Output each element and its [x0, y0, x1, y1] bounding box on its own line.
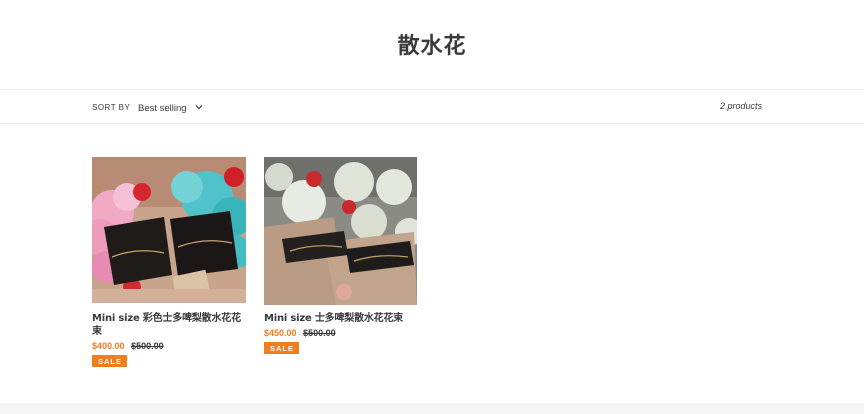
collection-page: 散水花 SORT BY Best selling 2 products Mini…: [0, 0, 864, 414]
product-card[interactable]: Mini size 彩色士多啤梨散水花花束 $400.00 $500.00 SA…: [92, 157, 246, 369]
sort-by-select[interactable]: Best selling: [134, 98, 210, 118]
product-count: 2 products: [719, 101, 762, 111]
sort-by-value: Best selling: [138, 102, 187, 114]
sale-price: $400.00: [92, 341, 125, 351]
sort-by-label: SORT BY: [92, 103, 131, 112]
collection-title: 散水花: [397, 34, 467, 59]
product-image[interactable]: [264, 157, 417, 305]
sale-badge: SALE: [264, 342, 300, 354]
price-row: $450.00 $500.00: [264, 328, 418, 338]
product-image[interactable]: [92, 157, 246, 303]
price-row: $400.00 $500.00: [92, 341, 246, 351]
sale-badge: SALE: [92, 355, 128, 367]
product-card[interactable]: Mini size 士多啤梨散水花花束 $450.00 $500.00 SALE: [264, 157, 418, 356]
product-title[interactable]: Mini size 士多啤梨散水花花束: [264, 312, 418, 325]
footer-strip: [0, 403, 864, 414]
filter-bar: SORT BY Best selling 2 products: [0, 89, 864, 124]
chevron-down-icon: [195, 105, 203, 110]
regular-price: $500.00: [131, 341, 164, 351]
regular-price: $500.00: [303, 328, 336, 338]
sale-price: $450.00: [264, 328, 297, 338]
product-title[interactable]: Mini size 彩色士多啤梨散水花花束: [92, 312, 246, 338]
